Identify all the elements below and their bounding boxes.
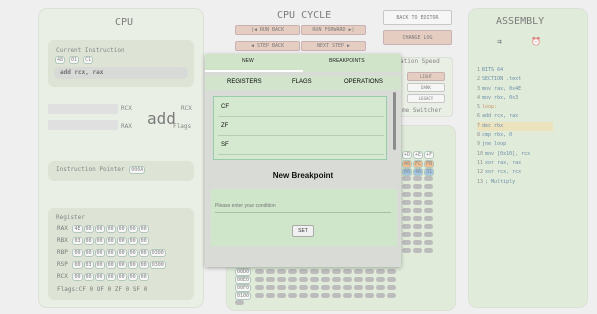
flag-option-cf[interactable]: CF [221, 104, 229, 110]
tab-breakpoints[interactable]: BREAKPOINTS [329, 58, 365, 64]
flag-divider [218, 135, 384, 136]
modal-title: New Breakpoint [272, 171, 334, 180]
subtab-registers[interactable]: REGISTERS [227, 79, 262, 85]
tab-new-underline [205, 70, 303, 72]
modal-scrollbar[interactable] [393, 92, 396, 150]
modal-subtabs: REGISTERS FLAGS OPERATIONS [205, 76, 401, 90]
subtab-operations[interactable]: OPERATIONS [344, 79, 383, 85]
breakpoint-form: SET [211, 189, 397, 246]
flags-list: CF ZF SF [213, 96, 387, 160]
tab-new[interactable]: NEW [242, 58, 254, 64]
flag-option-sf[interactable]: SF [221, 142, 229, 148]
set-button[interactable]: SET [292, 225, 314, 237]
subtab-flags[interactable]: FLAGS [292, 79, 312, 85]
flag-divider [218, 154, 384, 155]
flag-divider [218, 116, 384, 117]
flag-option-zf[interactable]: ZF [221, 123, 228, 129]
condition-input[interactable] [215, 199, 391, 213]
